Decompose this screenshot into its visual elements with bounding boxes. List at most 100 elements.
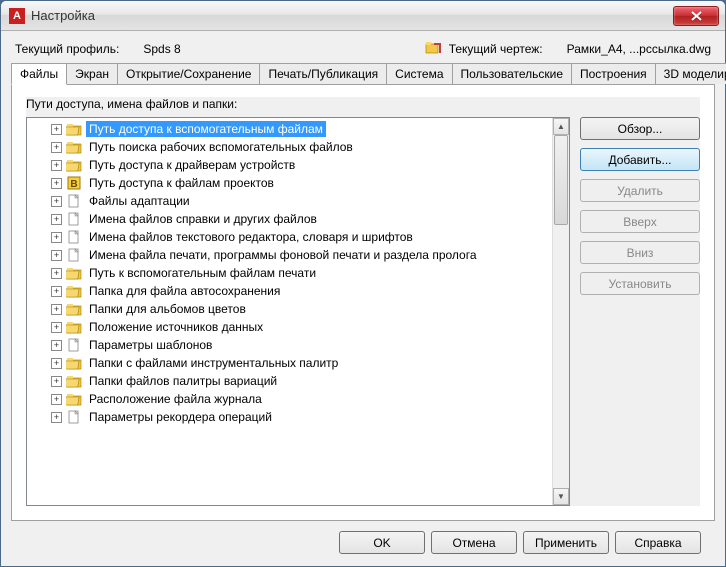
tab-label: Построения bbox=[580, 67, 647, 81]
set-button[interactable]: Установить bbox=[580, 272, 700, 295]
expand-icon[interactable]: + bbox=[51, 142, 62, 153]
tab-label: Пользовательские bbox=[461, 67, 564, 81]
tab-display[interactable]: Экран bbox=[66, 63, 118, 84]
expand-icon[interactable]: + bbox=[51, 376, 62, 387]
expand-icon[interactable]: + bbox=[51, 178, 62, 189]
folder-icon bbox=[66, 284, 82, 298]
tree-node[interactable]: +BПуть доступа к файлам проектов bbox=[27, 174, 552, 192]
tab-label: Печать/Публикация bbox=[268, 67, 378, 81]
tab-drafting[interactable]: Построения bbox=[571, 63, 656, 84]
vertical-scrollbar[interactable]: ▲ ▼ bbox=[552, 118, 569, 505]
folder-icon bbox=[66, 374, 82, 388]
expand-icon[interactable]: + bbox=[51, 286, 62, 297]
tree-node[interactable]: + Папки с файлами инструментальных палитр bbox=[27, 354, 552, 372]
folder-icon bbox=[66, 158, 82, 172]
expand-icon[interactable]: + bbox=[51, 232, 62, 243]
delete-button[interactable]: Удалить bbox=[580, 179, 700, 202]
tree-node[interactable]: + Положение источников данных bbox=[27, 318, 552, 336]
expand-icon[interactable]: + bbox=[51, 268, 62, 279]
tree-node-label: Папки с файлами инструментальных палитр bbox=[86, 355, 341, 371]
expand-icon[interactable]: + bbox=[51, 124, 62, 135]
tab-system[interactable]: Система bbox=[386, 63, 452, 84]
button-label: Вверх bbox=[623, 215, 656, 229]
options-dialog: A Настройка Текущий профиль: Spds 8 Теку… bbox=[0, 0, 726, 567]
scroll-down-button[interactable]: ▼ bbox=[553, 488, 569, 505]
tree-node[interactable]: +Папки для альбомов цветов bbox=[27, 300, 552, 318]
expand-icon[interactable]: + bbox=[51, 394, 62, 405]
expand-icon[interactable]: + bbox=[51, 340, 62, 351]
panel-heading: Пути доступа, имена файлов и папки: bbox=[26, 97, 700, 111]
expand-icon[interactable]: + bbox=[51, 196, 62, 207]
tree-node-label: Имена файла печати, программы фоновой пе… bbox=[86, 247, 480, 263]
browse-button[interactable]: Обзор... bbox=[580, 117, 700, 140]
expand-icon[interactable]: + bbox=[51, 412, 62, 423]
ok-button[interactable]: OK bbox=[339, 531, 425, 554]
folder-icon bbox=[66, 392, 82, 406]
add-button[interactable]: Добавить... bbox=[580, 148, 700, 171]
project-icon: B bbox=[66, 176, 82, 190]
sheet-icon bbox=[66, 338, 82, 352]
tab-label: Экран bbox=[75, 67, 109, 81]
tree[interactable]: +Путь доступа к вспомогательным файлам+П… bbox=[27, 118, 552, 505]
tabs: Файлы Экран Открытие/Сохранение Печать/П… bbox=[11, 63, 715, 85]
folder-icon bbox=[66, 266, 82, 280]
button-label: Установить bbox=[609, 277, 672, 291]
expand-icon[interactable]: + bbox=[51, 322, 62, 333]
tab-label: Система bbox=[395, 67, 443, 81]
side-buttons: Обзор... Добавить... Удалить Вверх Вниз … bbox=[580, 117, 700, 506]
tab-open-save[interactable]: Открытие/Сохранение bbox=[117, 63, 260, 84]
tree-node[interactable]: +Папки файлов палитры вариаций bbox=[27, 372, 552, 390]
tree-node[interactable]: + Параметры шаблонов bbox=[27, 336, 552, 354]
button-label: Применить bbox=[535, 536, 597, 550]
button-label: Вниз bbox=[627, 246, 654, 260]
tree-node[interactable]: + Параметры рекордера операций bbox=[27, 408, 552, 426]
tree-node[interactable]: + Файлы адаптации bbox=[27, 192, 552, 210]
sheet-icon bbox=[66, 248, 82, 262]
tab-files[interactable]: Файлы bbox=[11, 63, 67, 85]
content-area: Текущий профиль: Spds 8 Текущий чертеж: … bbox=[1, 31, 725, 566]
tree-node[interactable]: +Папка для файла автосохранения bbox=[27, 282, 552, 300]
tab-panel: Пути доступа, имена файлов и папки: +Пут… bbox=[11, 84, 715, 521]
tree-node-label: Положение источников данных bbox=[86, 319, 266, 335]
scroll-thumb[interactable] bbox=[554, 135, 568, 225]
window-title: Настройка bbox=[31, 8, 673, 23]
profile-value: Spds 8 bbox=[143, 42, 180, 56]
expand-icon[interactable]: + bbox=[51, 304, 62, 315]
scroll-track[interactable] bbox=[553, 135, 569, 488]
tab-user[interactable]: Пользовательские bbox=[452, 63, 573, 84]
tree-node[interactable]: + Имена файла печати, программы фоновой п… bbox=[27, 246, 552, 264]
expand-icon[interactable]: + bbox=[51, 160, 62, 171]
help-button[interactable]: Справка bbox=[615, 531, 701, 554]
tab-3d[interactable]: 3D моделирова bbox=[655, 63, 726, 84]
drawing-icon bbox=[425, 41, 441, 57]
apply-button[interactable]: Применить bbox=[523, 531, 609, 554]
drawing-value: Рамки_А4, ...рсcылка.dwg bbox=[567, 42, 711, 56]
tree-node[interactable]: +Имена файлов справки и других файлов bbox=[27, 210, 552, 228]
tree-node[interactable]: + Путь доступа к вспомогательным файлам bbox=[27, 120, 552, 138]
tree-node-label: Файлы адаптации bbox=[86, 193, 193, 209]
button-label: Отмена bbox=[452, 536, 495, 550]
tree-node[interactable]: + Путь доступа к драйверам устройств bbox=[27, 156, 552, 174]
drawing-label: Текущий чертеж: bbox=[449, 42, 543, 56]
tree-node-label: Параметры шаблонов bbox=[86, 337, 215, 353]
tree-container: +Путь доступа к вспомогательным файлам+П… bbox=[26, 117, 570, 506]
scroll-up-button[interactable]: ▲ bbox=[553, 118, 569, 135]
expand-icon[interactable]: + bbox=[51, 358, 62, 369]
sheet-icon bbox=[66, 212, 82, 226]
tree-node[interactable]: +Расположение файла журнала bbox=[27, 390, 552, 408]
tree-node-label: Путь доступа к драйверам устройств bbox=[86, 157, 298, 173]
expand-icon[interactable]: + bbox=[51, 214, 62, 225]
tab-plot[interactable]: Печать/Публикация bbox=[259, 63, 387, 84]
sheet-icon bbox=[66, 410, 82, 424]
tree-node-label: Параметры рекордера операций bbox=[86, 409, 275, 425]
tree-node-label: Путь доступа к вспомогательным файлам bbox=[86, 121, 326, 137]
close-button[interactable] bbox=[673, 6, 719, 26]
tree-node[interactable]: +Имена файлов текстового редактора, слов… bbox=[27, 228, 552, 246]
tree-node[interactable]: +Путь поиска рабочих вспомогательных фай… bbox=[27, 138, 552, 156]
folder-icon bbox=[66, 320, 82, 334]
cancel-button[interactable]: Отмена bbox=[431, 531, 517, 554]
expand-icon[interactable]: + bbox=[51, 250, 62, 261]
up-button[interactable]: Вверх bbox=[580, 210, 700, 233]
tree-node[interactable]: +Путь к вспомогательным файлам печати bbox=[27, 264, 552, 282]
down-button[interactable]: Вниз bbox=[580, 241, 700, 264]
